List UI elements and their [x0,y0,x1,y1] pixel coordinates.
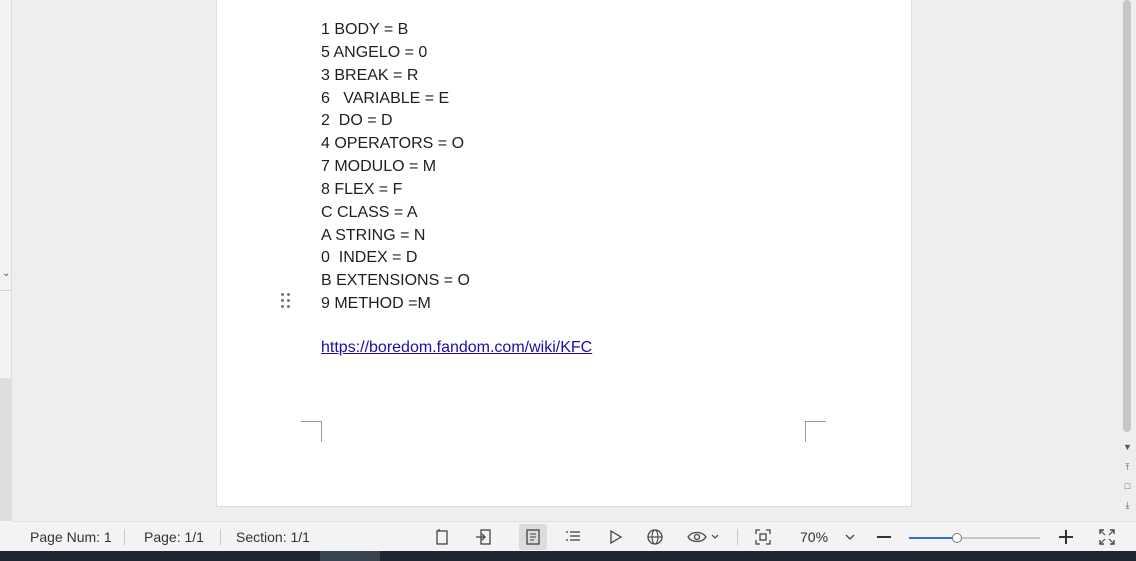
page-number-status[interactable]: Page Num: 1 [30,529,112,545]
document-line: 4 OPERATORS = O [321,135,465,153]
document-line: 5 ANGELO = 0 [321,43,428,61]
left-panel-edge: ⌄ [0,0,12,551]
document-line: 8 FLEX = F [321,180,403,198]
document-line: 0 INDEX = D [321,249,418,267]
document-link[interactable]: https://boredom.fandom.com/wiki/KFC [321,337,592,359]
fit-page-icon[interactable] [752,526,774,548]
eye-icon[interactable] [685,526,721,548]
minus-icon[interactable] [873,526,895,548]
page-count-status[interactable]: Page: 1/1 [144,529,204,545]
status-bar: Page Num: 1 Page: 1/1 Section: 1/1 70% [11,521,1136,552]
scroll-down-arrow-icon[interactable]: ▼ [1122,441,1133,453]
document-text: 1 BODY = B 5 ANGELO = 0 3 BREAK = R 6 VARIA… [321,19,470,316]
left-panel-shade [0,378,11,521]
zoom-slider-thumb[interactable] [952,533,963,543]
next-page-icon[interactable]: ⤓ [1122,499,1133,511]
status-divider [737,529,738,545]
document-line: 6 VARIABLE = E [321,89,450,107]
document-line: 9 METHOD =M [321,295,431,313]
page-margin-corner-left [301,421,322,442]
zoom-value[interactable]: 70% [800,529,828,545]
scrollbar-thumb[interactable] [1123,0,1131,432]
export-icon[interactable] [473,526,495,548]
zoom-slider-fill [909,537,957,539]
select-browse-object-icon[interactable]: □ [1122,480,1133,492]
document-line: C CLASS = A [321,203,418,221]
globe-icon[interactable] [644,526,666,548]
fullscreen-icon[interactable] [1096,526,1118,548]
document-line: 7 MODULO = M [321,158,437,176]
plus-icon[interactable] [1055,526,1077,548]
document-line: A STRING = N [321,226,426,244]
drag-handle-icon[interactable] [280,293,292,313]
page-margin-corner-right [805,421,826,442]
section-status[interactable]: Section: 1/1 [236,529,310,545]
zoom-slider[interactable] [909,533,1040,543]
document-line: 2 DO = D [321,112,393,130]
play-icon[interactable] [604,526,626,548]
status-divider [220,529,221,545]
document-line: 1 BODY = B [321,21,409,38]
web-layout-icon[interactable] [519,524,547,550]
vertical-scrollbar[interactable]: ▼ ⤒ □ ⤓ [1119,0,1136,521]
document-line: 3 BREAK = R [321,66,419,84]
left-panel-divider [0,290,11,291]
zoom-dropdown-chevron-icon[interactable] [839,526,861,548]
page-view-icon[interactable] [431,526,453,548]
previous-page-icon[interactable]: ⤒ [1122,461,1133,473]
document-page[interactable]: 1 BODY = B 5 ANGELO = 0 3 BREAK = R 6 VARIA… [216,0,912,507]
chevron-down-icon[interactable]: ⌄ [2,268,10,279]
document-line: B EXTENSIONS = O [321,272,470,290]
status-divider [124,529,125,545]
outline-icon[interactable] [562,526,584,548]
taskbar-active-item[interactable] [320,551,380,561]
taskbar [0,551,1136,561]
